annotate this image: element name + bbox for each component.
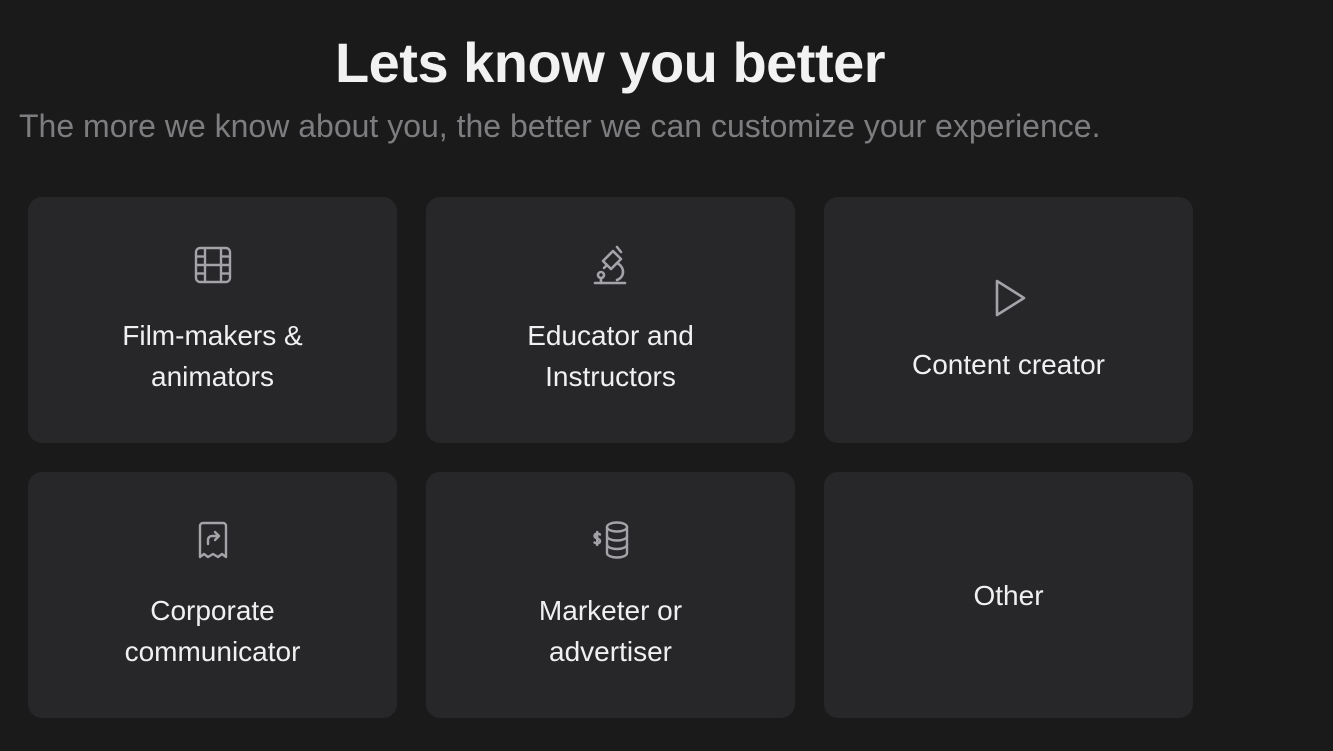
microscope-icon (589, 243, 633, 287)
option-label: Marketer or advertiser (538, 595, 683, 667)
film-icon (191, 243, 235, 287)
role-options-grid: Film-makers & animators Educator and Ins… (28, 197, 1193, 718)
option-label: Corporate communicator (124, 595, 301, 667)
option-label: Other (973, 579, 1044, 611)
option-label: Educator and Instructors (527, 320, 694, 392)
option-card-other[interactable]: Other (824, 472, 1193, 718)
option-card-corporate[interactable]: Corporate communicator (28, 472, 397, 718)
receipt-share-icon (191, 518, 235, 562)
onboarding-page: Lets know you better The more we know ab… (0, 0, 1333, 751)
option-card-educator[interactable]: Educator and Instructors (426, 197, 795, 443)
page-title: Lets know you better (334, 31, 886, 94)
option-card-content-creator[interactable]: Content creator (824, 197, 1193, 443)
option-card-marketer[interactable]: Marketer or advertiser (426, 472, 795, 718)
option-label: Film-makers & animators (122, 320, 303, 392)
coins-dollar-icon (589, 518, 633, 562)
page-subtitle: The more we know about you, the better w… (19, 108, 1101, 144)
option-label: Content creator (912, 348, 1105, 380)
option-card-film-makers[interactable]: Film-makers & animators (28, 197, 397, 443)
play-icon (987, 276, 1031, 320)
